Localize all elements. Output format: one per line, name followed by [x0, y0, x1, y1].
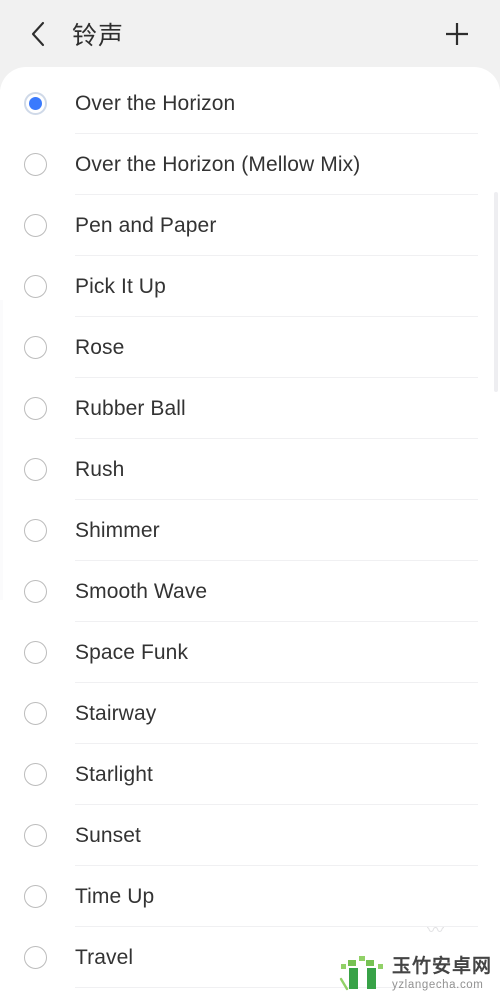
ringtone-label: Space Funk — [75, 640, 189, 664]
watermark-logo-icon — [339, 949, 385, 993]
ringtone-label: Over the Horizon — [75, 91, 236, 115]
ringtone-row[interactable]: Rose — [0, 317, 500, 378]
ringtone-label: Time Up — [75, 884, 155, 908]
ringtone-row[interactable]: Sunset — [0, 805, 500, 866]
radio-button[interactable] — [24, 763, 47, 786]
ringtone-row[interactable]: Time Up — [0, 866, 500, 927]
radio-button[interactable] — [24, 702, 47, 725]
ringtone-row[interactable]: Starlight — [0, 744, 500, 805]
card-left-edge — [0, 300, 3, 600]
ringtone-label: Rose — [75, 335, 125, 359]
radio-button[interactable] — [24, 946, 47, 969]
ringtone-label: Smooth Wave — [75, 579, 208, 603]
ringtone-row[interactable]: Over the Horizon (Mellow Mix) — [0, 134, 500, 195]
ringtone-row[interactable]: Space Funk — [0, 622, 500, 683]
ringtone-label: Over the Horizon (Mellow Mix) — [75, 152, 361, 176]
radio-button[interactable] — [24, 519, 47, 542]
ringtone-row[interactable]: Rubber Ball — [0, 378, 500, 439]
ringtone-row[interactable]: Pick It Up — [0, 256, 500, 317]
ringtone-row[interactable]: Over the Horizon — [0, 73, 500, 134]
plus-icon — [442, 19, 472, 49]
chevron-left-icon — [28, 20, 48, 48]
ringtone-row[interactable]: Shimmer — [0, 500, 500, 561]
radio-button[interactable] — [24, 214, 47, 237]
ringtone-list: Over the Horizon Over the Horizon (Mellow… — [0, 67, 500, 988]
watermark-site-name: 玉竹安卓网 — [391, 955, 492, 977]
ringtone-row[interactable]: Stairway — [0, 683, 500, 744]
radio-button[interactable] — [24, 458, 47, 481]
add-ringtone-button[interactable] — [436, 13, 478, 55]
vertical-scrollbar[interactable] — [494, 192, 498, 392]
radio-button[interactable] — [24, 153, 47, 176]
radio-button[interactable] — [24, 824, 47, 847]
ringtone-row[interactable]: Pen and Paper — [0, 195, 500, 256]
ringtone-label: Travel — [75, 945, 134, 969]
radio-dot-icon — [29, 97, 42, 110]
radio-button[interactable] — [24, 336, 47, 359]
ringtone-label: Pick It Up — [75, 274, 166, 298]
ringtone-label: Rubber Ball — [75, 396, 186, 420]
ringtone-row[interactable]: Smooth Wave — [0, 561, 500, 622]
ringtone-list-card: Over the Horizon Over the Horizon (Mellow… — [0, 67, 500, 999]
ringtone-label: Stairway — [75, 701, 157, 725]
ringtone-label: Rush — [75, 457, 125, 481]
ringtone-row[interactable]: Rush — [0, 439, 500, 500]
ringtone-label: Shimmer — [75, 518, 160, 542]
app-header: 铃声 — [0, 0, 500, 67]
back-button[interactable] — [18, 14, 58, 54]
radio-button[interactable] — [24, 885, 47, 908]
radio-button[interactable] — [24, 641, 47, 664]
radio-button-selected[interactable] — [24, 92, 47, 115]
ringtone-label: Pen and Paper — [75, 213, 217, 237]
radio-button[interactable] — [24, 397, 47, 420]
ringtone-label: Starlight — [75, 762, 153, 786]
watermark-text: 玉竹安卓网 yzlangecha.com — [392, 957, 492, 994]
watermark-site-url: yzlangecha.com — [391, 978, 484, 991]
site-watermark: 玉竹安卓网 yzlangecha.com — [339, 949, 492, 993]
ringtone-label: Sunset — [75, 823, 141, 847]
page-title: 铃声 — [72, 21, 125, 50]
radio-button[interactable] — [24, 580, 47, 603]
radio-button[interactable] — [24, 275, 47, 298]
wave-decoration: 〰 — [427, 921, 444, 940]
